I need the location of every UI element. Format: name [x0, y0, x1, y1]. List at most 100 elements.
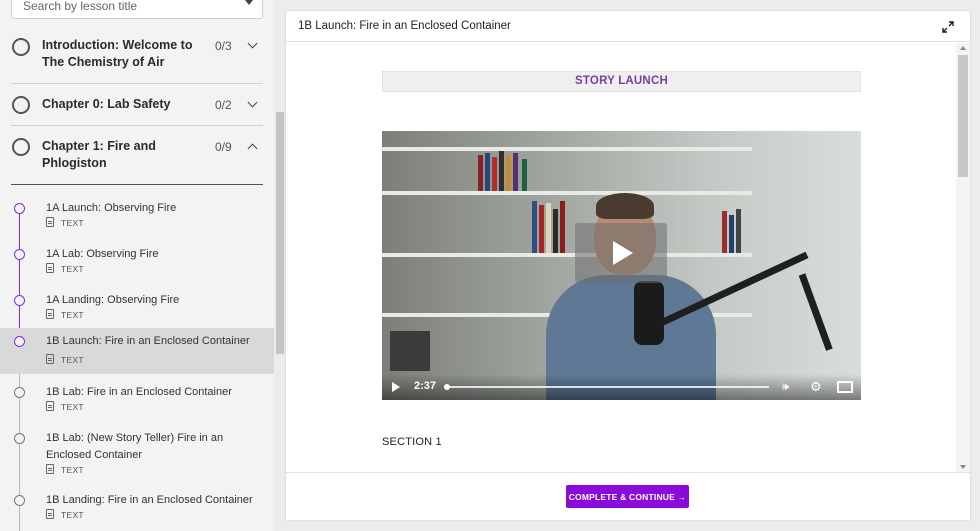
- chapter-introduction[interactable]: Introduction: Welcome to The Chemistry o…: [11, 28, 263, 84]
- lesson-status-dot-icon: [14, 295, 25, 306]
- chapter-title: Introduction: Welcome to The Chemistry o…: [42, 38, 193, 69]
- lesson-status-dot-icon: [14, 249, 25, 260]
- complete-and-continue-button[interactable]: COMPLETE & CONTINUE →: [566, 485, 689, 508]
- sidebar: Introduction: Welcome to The Chemistry o…: [0, 0, 286, 531]
- book: [532, 201, 537, 253]
- book: [485, 153, 490, 191]
- lesson-title-heading: 1B Launch: Fire in an Enclosed Container: [298, 20, 511, 32]
- book: [499, 151, 504, 191]
- volume-icon[interactable]: 🕪: [782, 381, 789, 394]
- lesson-status-dot-icon: [14, 387, 25, 398]
- document-icon: [46, 354, 54, 364]
- shelf: [382, 253, 752, 257]
- progress-circle-icon: [12, 96, 30, 114]
- lesson-type: TEXT: [46, 464, 84, 475]
- play-icon: [613, 241, 633, 265]
- chevron-down-icon[interactable]: [245, 0, 253, 5]
- video-scrubber-handle[interactable]: [444, 384, 450, 390]
- lesson-type-label: TEXT: [61, 310, 84, 320]
- lesson-title: 1B Lab: Fire in an Enclosed Container: [46, 386, 232, 398]
- lesson-type: TEXT: [46, 309, 84, 320]
- settings-icon[interactable]: ⚙: [810, 379, 822, 395]
- lesson-type-label: TEXT: [61, 402, 84, 412]
- lesson-item[interactable]: 1B Lab: Fire in an Enclosed Container TE…: [0, 379, 274, 425]
- video-controls: 2:37 🕪 ⚙: [382, 374, 861, 400]
- scroll-down-icon[interactable]: [960, 465, 966, 469]
- lesson-header: 1B Launch: Fire in an Enclosed Container: [286, 11, 970, 42]
- progress-circle-icon: [12, 138, 30, 156]
- video-duration: 2:37: [414, 380, 437, 392]
- book: [560, 201, 565, 253]
- lesson-content: STORY LAUNCH 2:37 🕪 ⚙ SECTION 1: [286, 43, 956, 472]
- book: [478, 155, 483, 191]
- lesson-title: 1A Lab: Observing Fire: [46, 248, 159, 260]
- lesson-panel: 1B Launch: Fire in an Enclosed Container…: [286, 11, 970, 520]
- chapter-progress: 0/2: [215, 98, 232, 112]
- chevron-up-icon[interactable]: [247, 143, 258, 154]
- lesson-item[interactable]: 1A Lab: Observing Fire TEXT: [0, 241, 274, 287]
- lesson-type-label: TEXT: [61, 510, 84, 520]
- sidebar-scrollbar-thumb[interactable]: [276, 112, 284, 354]
- lesson-status-dot-icon: [14, 336, 25, 347]
- lesson-title: 1A Launch: Observing Fire: [46, 202, 177, 214]
- person-hair: [596, 193, 654, 219]
- lesson-type-label: TEXT: [61, 218, 84, 228]
- book: [729, 215, 734, 253]
- lesson-type-label: TEXT: [61, 465, 84, 475]
- content-scrollbar-thumb[interactable]: [958, 55, 968, 177]
- lesson-status-dot-icon: [14, 433, 25, 444]
- search-input[interactable]: [12, 0, 222, 18]
- video-progress-bar[interactable]: [444, 384, 769, 390]
- chapter-title: Chapter 0: Lab Safety: [42, 97, 171, 111]
- document-icon: [46, 309, 54, 319]
- progress-circle-icon: [12, 38, 30, 56]
- sidebar-scrollbar[interactable]: [274, 0, 286, 531]
- fullscreen-icon[interactable]: [837, 381, 853, 393]
- lesson-type: TEXT: [46, 401, 84, 412]
- lesson-type: TEXT: [46, 263, 84, 274]
- play-button[interactable]: [575, 223, 667, 283]
- lesson-title: 1B Landing: Fire in an Enclosed Containe…: [46, 494, 253, 506]
- lesson-item[interactable]: 1B Lab: (New Story Teller) Fire in an En…: [0, 425, 274, 485]
- chapter-progress: 0/3: [215, 39, 232, 53]
- mic-arm: [798, 273, 833, 351]
- document-icon: [46, 217, 54, 227]
- document-icon: [46, 509, 54, 519]
- chapter-title: Chapter 1: Fire and Phlogiston: [42, 139, 156, 170]
- book: [546, 203, 551, 253]
- lesson-type-label: TEXT: [61, 355, 84, 365]
- shelf: [382, 191, 752, 195]
- lesson-footer: COMPLETE & CONTINUE →: [286, 472, 970, 520]
- lesson-item[interactable]: 1A Launch: Observing Fire TEXT: [0, 195, 274, 241]
- lesson-title: 1B Launch: Fire in an Enclosed Container: [46, 335, 250, 347]
- lesson-item[interactable]: 1A Landing: Observing Fire TEXT: [0, 287, 274, 333]
- lesson-title: 1B Lab: (New Story Teller) Fire in an En…: [46, 432, 224, 461]
- lesson-title: 1A Landing: Observing Fire: [46, 294, 180, 306]
- expand-icon[interactable]: [942, 21, 954, 33]
- lesson-type: TEXT: [46, 509, 84, 520]
- chapter-fire-and-phlogiston[interactable]: Chapter 1: Fire and Phlogiston 0/9: [11, 126, 263, 185]
- book: [553, 209, 558, 253]
- book: [506, 155, 511, 191]
- video-player[interactable]: 2:37 🕪 ⚙: [382, 131, 861, 400]
- lesson-type-label: TEXT: [61, 264, 84, 274]
- scroll-up-icon[interactable]: [960, 46, 966, 50]
- search-dropdown[interactable]: [11, 0, 263, 19]
- section-heading: SECTION 1: [382, 436, 442, 448]
- document-icon: [46, 401, 54, 411]
- book-stack: [390, 331, 430, 371]
- lesson-status-dot-icon: [14, 495, 25, 506]
- book: [492, 157, 497, 191]
- lesson-item-active[interactable]: 1B Launch: Fire in an Enclosed Container…: [0, 328, 274, 374]
- chevron-down-icon[interactable]: [247, 38, 258, 49]
- content-scrollbar[interactable]: [956, 43, 970, 472]
- chevron-down-icon[interactable]: [247, 97, 258, 108]
- book: [722, 211, 727, 253]
- chapter-lab-safety[interactable]: Chapter 0: Lab Safety 0/2: [11, 84, 263, 126]
- chapter-progress: 0/9: [215, 140, 232, 154]
- lesson-item[interactable]: 1B Landing: Fire in an Enclosed Containe…: [0, 487, 274, 531]
- story-launch-banner: STORY LAUNCH: [382, 71, 861, 92]
- play-icon[interactable]: [392, 382, 400, 392]
- book: [513, 153, 518, 191]
- book: [539, 205, 544, 253]
